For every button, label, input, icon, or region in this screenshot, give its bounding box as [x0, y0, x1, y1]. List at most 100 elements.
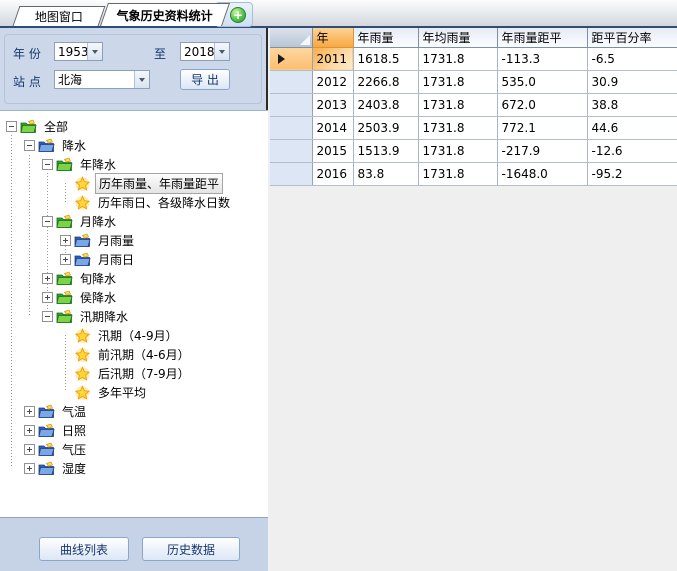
expand-plus-icon[interactable] [42, 273, 53, 284]
tree-item[interactable]: 降水 [0, 136, 268, 155]
tab-weather-history-stats-label: 气象历史资料统计 [117, 7, 213, 24]
expand-plus-icon[interactable] [24, 425, 35, 436]
collapse-minus-icon[interactable] [42, 311, 53, 322]
tree-item-label: 历年雨日、各级降水日数 [95, 193, 233, 212]
expand-plus-icon[interactable] [42, 292, 53, 303]
grid-cell[interactable]: 44.6 [587, 116, 677, 139]
expand-plus-icon[interactable] [60, 235, 71, 246]
row-header[interactable] [270, 47, 312, 70]
column-header-3[interactable]: 年雨量距平 [497, 28, 587, 47]
grid-cell[interactable]: 1731.8 [418, 93, 497, 116]
collapse-minus-icon[interactable] [42, 216, 53, 227]
current-row-arrow-icon [278, 54, 285, 64]
tree-item[interactable]: 旬降水 [0, 269, 268, 288]
tree-item[interactable]: 历年雨量、年雨量距平 [0, 174, 268, 193]
table-row: 20151513.91731.8-217.9-12.6 [270, 139, 677, 162]
grid-cell[interactable]: 1731.8 [418, 139, 497, 162]
grid-cell[interactable]: 1731.8 [418, 70, 497, 93]
grid-cell[interactable]: -6.5 [587, 47, 677, 70]
grid-cell[interactable]: 2015 [312, 139, 353, 162]
expand-plus-icon[interactable] [24, 463, 35, 474]
grid-cell[interactable]: 30.9 [587, 70, 677, 93]
row-header[interactable] [270, 162, 312, 185]
row-header[interactable] [270, 93, 312, 116]
chevron-down-icon[interactable] [134, 71, 149, 88]
chevron-down-icon[interactable] [87, 43, 102, 60]
tree-item[interactable]: 气温 [0, 402, 268, 421]
tree-item[interactable]: 月雨日 [0, 250, 268, 269]
grid-cell[interactable]: 1618.5 [353, 47, 418, 70]
tree-item[interactable]: 侯降水 [0, 288, 268, 307]
tree-item[interactable]: 后汛期（7-9月） [0, 364, 268, 383]
tree-item[interactable]: 多年平均 [0, 383, 268, 402]
tree-item[interactable]: 年降水 [0, 155, 268, 174]
collapse-minus-icon[interactable] [24, 140, 35, 151]
grid-cell[interactable]: -1648.0 [497, 162, 587, 185]
export-button[interactable]: 导 出 [180, 69, 230, 90]
history-data-button[interactable]: 历史数据 [142, 537, 240, 561]
tree-item-label: 月雨日 [95, 250, 137, 269]
tree-item[interactable]: 全部 [0, 117, 268, 136]
grid-cell[interactable]: 2011 [312, 47, 353, 70]
row-header[interactable] [270, 139, 312, 162]
tree-item-label: 旬降水 [77, 269, 119, 288]
tab-weather-history-stats[interactable]: 气象历史资料统计 [100, 3, 230, 26]
tree-item[interactable]: 汛期（4-9月） [0, 326, 268, 345]
tree-item[interactable]: 历年雨日、各级降水日数 [0, 193, 268, 212]
grid-cell[interactable]: 2503.9 [353, 116, 418, 139]
grid-cell[interactable]: 1731.8 [418, 116, 497, 139]
folder-green-icon [56, 271, 73, 287]
tab-map-window[interactable]: 地图窗口 [13, 6, 106, 26]
column-header-2[interactable]: 年均雨量 [418, 28, 497, 47]
grid-cell[interactable]: -217.9 [497, 139, 587, 162]
grid-cell[interactable]: -12.6 [587, 139, 677, 162]
column-header-1[interactable]: 年雨量 [353, 28, 418, 47]
grid-cell[interactable]: 2266.8 [353, 70, 418, 93]
column-header-4[interactable]: 距平百分率 [587, 28, 677, 47]
grid-cell[interactable]: 83.8 [353, 162, 418, 185]
tree-item[interactable]: 月降水 [0, 212, 268, 231]
collapse-minus-icon[interactable] [42, 159, 53, 170]
row-header[interactable] [270, 70, 312, 93]
chevron-down-icon[interactable] [214, 43, 229, 60]
grid-cell[interactable]: 2016 [312, 162, 353, 185]
grid-cell[interactable]: -95.2 [587, 162, 677, 185]
row-header[interactable] [270, 116, 312, 139]
select-all-corner[interactable] [270, 28, 312, 47]
star-icon [74, 328, 91, 344]
expand-plus-icon[interactable] [24, 406, 35, 417]
tree-item[interactable]: 气压 [0, 440, 268, 459]
grid-cell[interactable]: 1731.8 [418, 47, 497, 70]
expand-plus-icon[interactable] [60, 254, 71, 265]
grid-cell[interactable]: 38.8 [587, 93, 677, 116]
grid-cell[interactable]: 1731.8 [418, 162, 497, 185]
grid-cell[interactable]: 2013 [312, 93, 353, 116]
table-row: 20132403.81731.8672.038.8 [270, 93, 677, 116]
year-label: 年 份 [13, 45, 41, 62]
expand-plus-icon[interactable] [24, 444, 35, 455]
tree-item[interactable]: 日照 [0, 421, 268, 440]
folder-green-icon [56, 214, 73, 230]
year-to-combobox[interactable]: 2018 [180, 42, 230, 61]
column-header-0[interactable]: 年 [312, 28, 353, 47]
grid-cell[interactable]: 672.0 [497, 93, 587, 116]
curve-list-button[interactable]: 曲线列表 [39, 537, 129, 561]
grid-cell[interactable]: 535.0 [497, 70, 587, 93]
tree-item-label: 月雨量 [95, 231, 137, 250]
tree-item[interactable]: 湿度 [0, 459, 268, 478]
corner-triangle-icon [300, 35, 310, 45]
collapse-minus-icon[interactable] [6, 121, 17, 132]
grid-cell[interactable]: 772.1 [497, 116, 587, 139]
grid-cell[interactable]: -113.3 [497, 47, 587, 70]
grid-cell[interactable]: 1513.9 [353, 139, 418, 162]
grid-cell[interactable]: 2012 [312, 70, 353, 93]
tree-item[interactable]: 汛期降水 [0, 307, 268, 326]
station-combobox[interactable]: 北海 [54, 70, 150, 89]
grid-cell[interactable]: 2403.8 [353, 93, 418, 116]
to-label: 至 [154, 45, 166, 62]
tree-item[interactable]: 月雨量 [0, 231, 268, 250]
year-from-combobox[interactable]: 1953 [54, 42, 103, 61]
grid-cell[interactable]: 2014 [312, 116, 353, 139]
tree-item-label: 汛期（4-9月） [95, 326, 181, 345]
tree-item[interactable]: 前汛期（4-6月） [0, 345, 268, 364]
